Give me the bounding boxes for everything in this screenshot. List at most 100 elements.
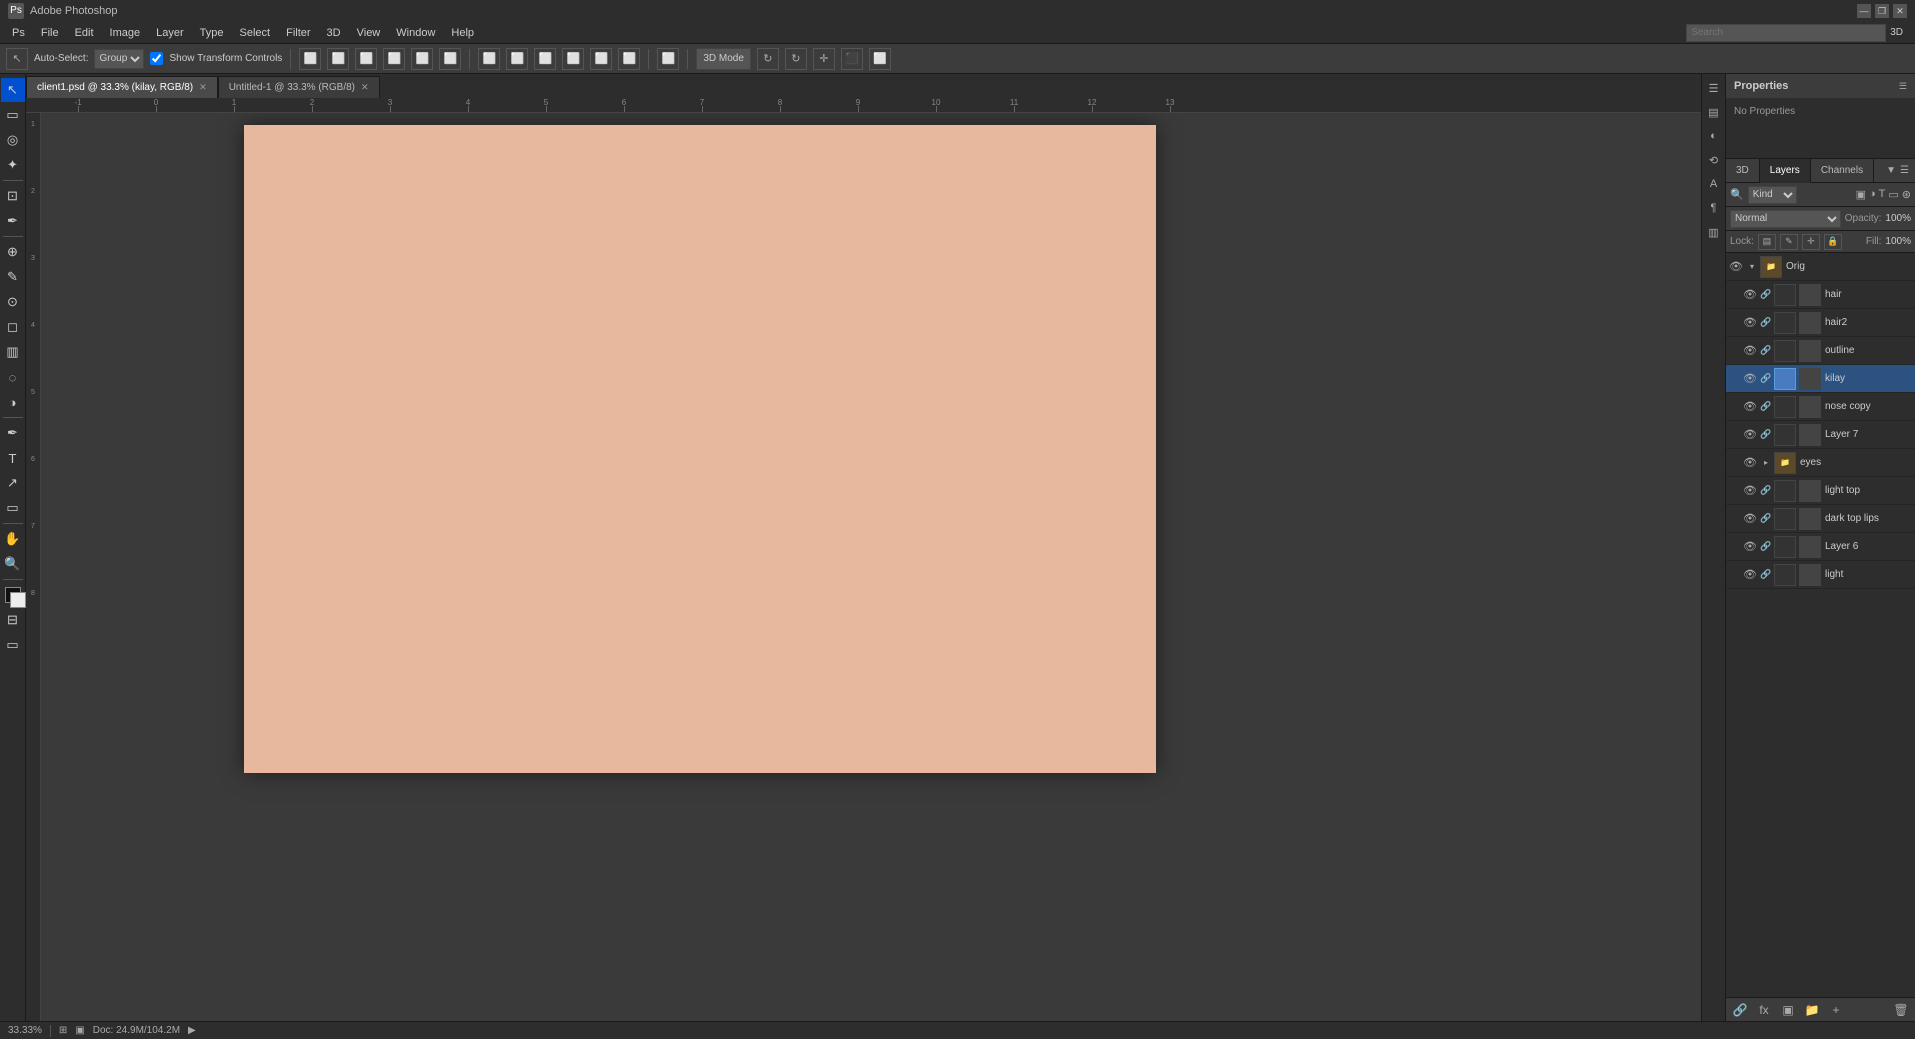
close-button[interactable]: ✕ xyxy=(1893,4,1907,18)
auto-select-dropdown[interactable]: Group Layer xyxy=(94,49,144,69)
gradient-tool[interactable]: ▥ xyxy=(1,340,25,364)
align-center-h-icon[interactable]: ⬜ xyxy=(411,48,433,70)
lock-image-btn[interactable]: ✎ xyxy=(1780,234,1798,250)
zoom-tool[interactable]: 🔍 xyxy=(1,552,25,576)
lock-transparent-btn[interactable]: ▤ xyxy=(1758,234,1776,250)
history-btn[interactable]: ⟲ xyxy=(1704,150,1724,170)
pen-tool[interactable]: ✒ xyxy=(1,421,25,445)
3d-mode-btn[interactable]: 3D Mode xyxy=(696,48,751,70)
play-btn[interactable]: ▶ xyxy=(188,1025,196,1036)
eraser-tool[interactable]: ◻ xyxy=(1,315,25,339)
menu-select[interactable]: Select xyxy=(232,25,279,41)
paragraph-btn[interactable]: ¶ xyxy=(1704,198,1724,218)
magic-wand-tool[interactable]: ✦ xyxy=(1,153,25,177)
layer-light-top[interactable]: 👁 🔗 light top xyxy=(1726,477,1915,505)
tab-client1[interactable]: client1.psd @ 33.3% (kilay, RGB/8) ✕ xyxy=(26,76,218,98)
menu-help[interactable]: Help xyxy=(443,25,482,41)
filter-kind-dropdown[interactable]: Kind Name Effect xyxy=(1748,186,1797,204)
search-field[interactable] xyxy=(1686,24,1886,42)
text-tool[interactable]: T xyxy=(1,446,25,470)
extra-tools[interactable]: ⊟ xyxy=(1,608,25,632)
filter-adjust-icon[interactable]: ◑ xyxy=(1869,188,1876,201)
distribute-right-icon[interactable]: ⬜ xyxy=(534,48,556,70)
layer-outline[interactable]: 👁 🔗 outline xyxy=(1726,337,1915,365)
minimize-button[interactable]: — xyxy=(1857,4,1871,18)
tab-layers[interactable]: Layers xyxy=(1760,159,1811,183)
align-left-icon[interactable]: ⬜ xyxy=(299,48,321,70)
layer-vis-hair2[interactable]: 👁 xyxy=(1742,315,1758,331)
layer-vis-outline[interactable]: 👁 xyxy=(1742,343,1758,359)
swatches-btn[interactable]: ▥ xyxy=(1704,222,1724,242)
tab-3d[interactable]: 3D xyxy=(1726,159,1760,183)
tab-channels[interactable]: Channels xyxy=(1811,159,1874,183)
distribute-bottom-icon[interactable]: ⬜ xyxy=(618,48,640,70)
arrange-windows-btn[interactable]: ⊞ xyxy=(59,1025,67,1036)
window-controls[interactable]: — ❐ ✕ xyxy=(1857,4,1907,18)
link-layers-btn[interactable]: 🔗 xyxy=(1730,1000,1750,1020)
healing-tool[interactable]: ⊕ xyxy=(1,240,25,264)
clone-tool[interactable]: ⊙ xyxy=(1,290,25,314)
move-tool[interactable]: ↖ xyxy=(1,78,25,102)
tab-untitled-close[interactable]: ✕ xyxy=(361,82,369,93)
slide-3d-icon[interactable]: ⬛ xyxy=(841,48,863,70)
screen-mode-btn[interactable]: ▣ xyxy=(75,1025,84,1036)
menu-type[interactable]: Type xyxy=(192,25,232,41)
layer-light[interactable]: 👁 🔗 light xyxy=(1726,561,1915,589)
add-mask-btn[interactable]: ▣ xyxy=(1778,1000,1798,1020)
new-layer-btn[interactable]: + xyxy=(1826,1000,1846,1020)
lock-position-btn[interactable]: ✛ xyxy=(1802,234,1820,250)
path-selection-tool[interactable]: ↗ xyxy=(1,471,25,495)
layer-eyes[interactable]: 👁 ▸ 📁 eyes xyxy=(1726,449,1915,477)
roll-3d-icon[interactable]: ↻ xyxy=(785,48,807,70)
layer-vis-nose-copy[interactable]: 👁 xyxy=(1742,399,1758,415)
layer-kilay[interactable]: 👁 🔗 kilay xyxy=(1726,365,1915,393)
layer-vis-layer7[interactable]: 👁 xyxy=(1742,427,1758,443)
blur-tool[interactable]: ◌ xyxy=(1,365,25,389)
tab-untitled[interactable]: Untitled-1 @ 33.3% (RGB/8) ✕ xyxy=(218,76,380,98)
layer-vis-orig[interactable]: 👁 xyxy=(1728,259,1744,275)
distribute-top-icon[interactable]: ⬜ xyxy=(562,48,584,70)
menu-view[interactable]: View xyxy=(349,25,389,41)
hand-tool[interactable]: ✋ xyxy=(1,527,25,551)
frame-tool[interactable]: ▭ xyxy=(1,633,25,657)
layer-nose-copy[interactable]: 👁 🔗 nose copy xyxy=(1726,393,1915,421)
filter-type-icon[interactable]: T xyxy=(1879,188,1886,201)
layer-vis-eyes[interactable]: 👁 xyxy=(1742,455,1758,471)
menu-layer[interactable]: Layer xyxy=(148,25,192,41)
scale-3d-icon[interactable]: ⬜ xyxy=(869,48,891,70)
layer-vis-hair[interactable]: 👁 xyxy=(1742,287,1758,303)
layer-6[interactable]: 👁 🔗 Layer 6 xyxy=(1726,533,1915,561)
adjust-btn[interactable]: ◐ xyxy=(1704,126,1724,146)
filter-smart-icon[interactable]: ⊛ xyxy=(1902,188,1911,201)
layer-hair[interactable]: 👁 🔗 hair xyxy=(1726,281,1915,309)
layers-panel-btn[interactable]: ▤ xyxy=(1704,102,1724,122)
add-style-btn[interactable]: fx xyxy=(1754,1000,1774,1020)
maximize-button[interactable]: ❐ xyxy=(1875,4,1889,18)
layer-7[interactable]: 👁 🔗 Layer 7 xyxy=(1726,421,1915,449)
layers-list[interactable]: 👁 ▾ 📁 Orig 👁 🔗 hair xyxy=(1726,253,1915,997)
menu-window[interactable]: Window xyxy=(388,25,443,41)
tab-client1-close[interactable]: ✕ xyxy=(199,82,207,93)
arrange-icon[interactable]: ⬜ xyxy=(657,48,679,70)
layer-orig[interactable]: 👁 ▾ 📁 Orig xyxy=(1726,253,1915,281)
transform-controls-checkbox[interactable] xyxy=(150,52,163,65)
lasso-tool[interactable]: ◎ xyxy=(1,128,25,152)
drag-3d-icon[interactable]: ✛ xyxy=(813,48,835,70)
move-tool-icon[interactable]: ↖ xyxy=(6,48,28,70)
align-bottom-icon[interactable]: ⬜ xyxy=(439,48,461,70)
menu-edit[interactable]: Edit xyxy=(67,25,102,41)
menu-file[interactable]: File xyxy=(33,25,67,41)
marquee-tool[interactable]: ▭ xyxy=(1,103,25,127)
shape-tool[interactable]: ▭ xyxy=(1,496,25,520)
align-center-v-icon[interactable]: ⬜ xyxy=(327,48,349,70)
brush-tool[interactable]: ✎ xyxy=(1,265,25,289)
layer-expand-orig[interactable]: ▾ xyxy=(1746,261,1758,273)
layers-panel-menu[interactable]: ▼ ☰ xyxy=(1880,165,1915,176)
crop-tool[interactable]: ⊡ xyxy=(1,184,25,208)
canvas-workspace[interactable]: 1 2 3 4 5 6 7 8 xyxy=(26,113,1701,1021)
eyedropper-tool[interactable]: ✒ xyxy=(1,209,25,233)
properties-menu-icon[interactable]: ☰ xyxy=(1899,81,1907,92)
layer-vis-kilay[interactable]: 👁 xyxy=(1742,371,1758,387)
layer-vis-light-top[interactable]: 👁 xyxy=(1742,483,1758,499)
text-panel-btn[interactable]: A xyxy=(1704,174,1724,194)
